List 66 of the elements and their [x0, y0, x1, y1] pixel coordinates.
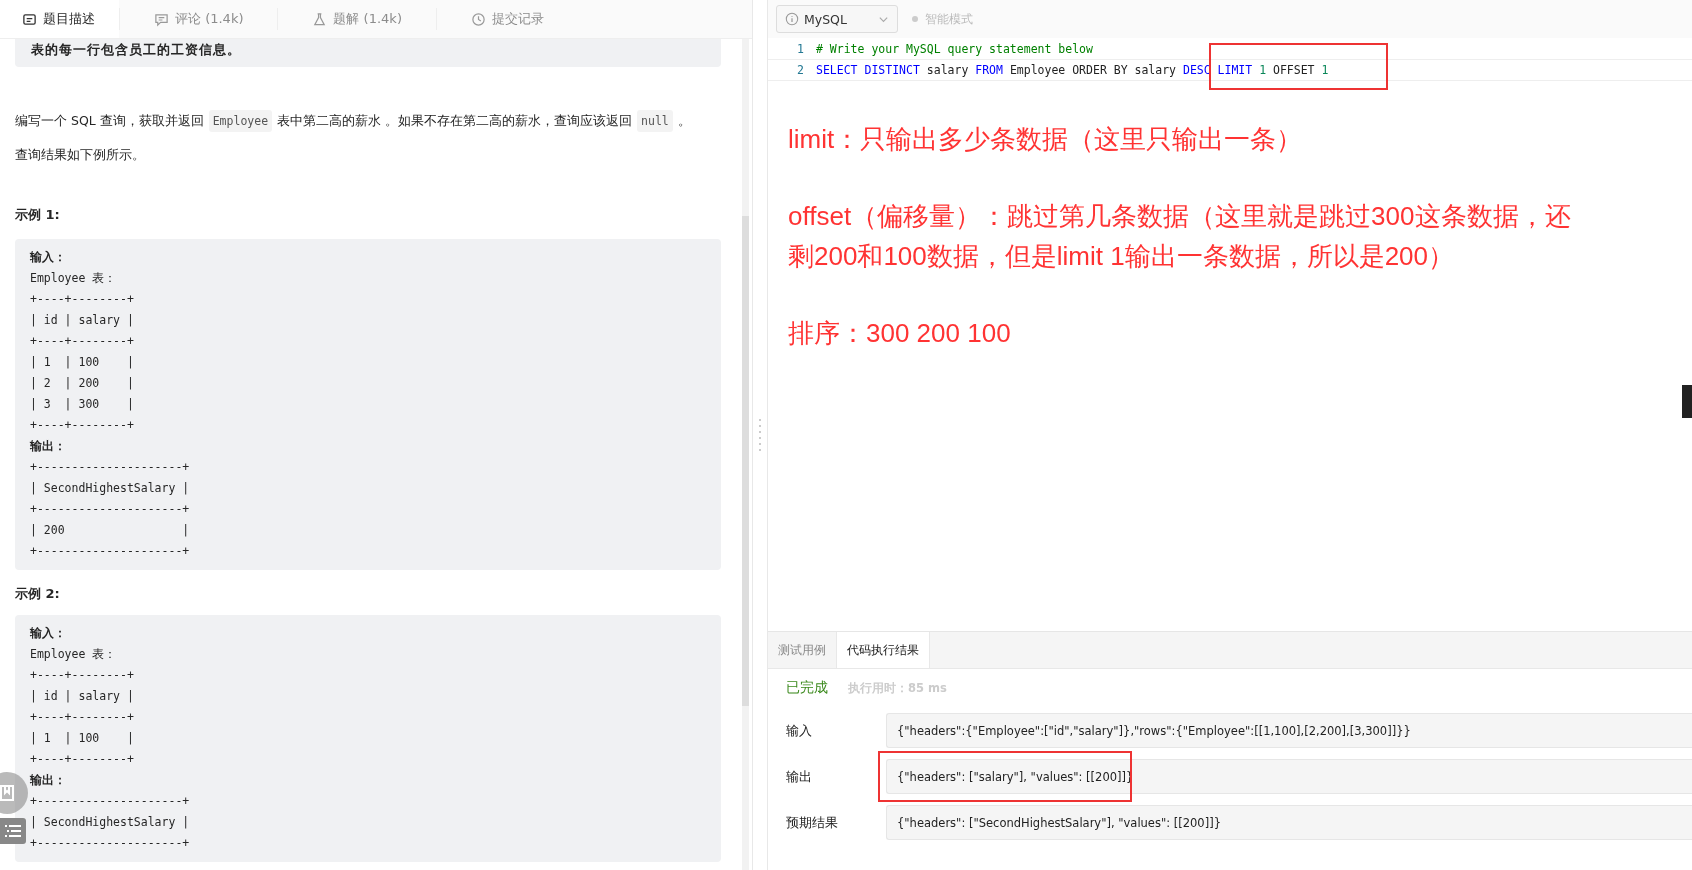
example-line: | SecondHighestSalary |: [30, 814, 191, 831]
example-line: +----+--------+: [30, 709, 135, 726]
example-label: 输入：: [30, 249, 67, 266]
example-label: 输出：: [30, 438, 67, 455]
smart-mode-toggle[interactable]: 智能模式: [912, 10, 973, 28]
example-line: | 1 | 100 |: [30, 354, 135, 371]
example-line: | 2 | 200 |: [30, 375, 135, 392]
example-line: +---------------------+: [30, 501, 191, 518]
side-handle[interactable]: [1682, 385, 1692, 418]
example-line: Employee 表：: [30, 270, 118, 287]
description-text: 编写一个 SQL 查询，获取并返回: [15, 112, 204, 130]
example-line: | 3 | 300 |: [30, 396, 135, 413]
scrollbar[interactable]: [742, 39, 749, 870]
language-dropdown[interactable]: MySQL: [776, 5, 898, 33]
example-line: +----+--------+: [30, 751, 135, 768]
result-field: {"headers": ["salary"], "values": [[200]]}: [886, 759, 1692, 794]
example-line: +---------------------+: [30, 835, 191, 852]
document-icon: [22, 11, 37, 27]
code-line: # Write your MySQL query statement below: [816, 42, 1093, 56]
annotation-text: limit：只输出多少条数据（这里只输出一条）: [788, 123, 1304, 156]
annotation-text: 排序：300 200 100: [788, 317, 1012, 350]
field-label: 输出: [786, 767, 813, 786]
bookmark-icon: [0, 783, 17, 803]
example-line: +----+--------+: [30, 417, 135, 434]
field-label: 预期结果: [786, 813, 839, 832]
example-line: +----+--------+: [30, 291, 135, 308]
example-line: | 1 | 100 |: [30, 730, 135, 747]
example-line: +---------------------+: [30, 793, 191, 810]
comment-icon: [154, 11, 169, 27]
tab[interactable]: 提交记录: [435, 8, 578, 30]
inline-code: Employee: [208, 110, 273, 132]
example-line: | id | salary |: [30, 688, 135, 705]
example-line: Employee 表：: [30, 646, 118, 663]
info-icon: [785, 12, 799, 26]
note-text: 查询结果如下例所示。: [15, 146, 146, 164]
clock-icon: [470, 11, 486, 27]
example-line: | id | salary |: [30, 312, 135, 329]
inline-code: null: [637, 110, 673, 132]
description-text: 表中第二高的薪水 。如果不存在第二高的薪水，查询应该返回: [277, 112, 633, 130]
example-line: +---------------------+: [30, 459, 191, 476]
tab[interactable]: 测试用例: [768, 632, 836, 668]
outline-button[interactable]: [0, 818, 26, 844]
line-number: 2: [796, 63, 805, 77]
code-line: SELECT DISTINCT salary FROM Employee ORDER BY salary DESC LIMIT 1 OFFSET 1: [816, 63, 1329, 77]
example-line: +---------------------+: [30, 543, 191, 560]
flask-icon: [312, 11, 328, 27]
example-line: +----+--------+: [30, 667, 135, 684]
description-text: 。: [677, 112, 691, 130]
field-label: 输入: [786, 721, 813, 740]
tab[interactable]: 题目描述: [0, 0, 119, 38]
example-line: | SecondHighestSalary |: [30, 480, 191, 497]
example-label: 输出：: [30, 772, 67, 789]
tab[interactable]: 题解 (1.4k): [277, 8, 436, 30]
result-field: {"headers":{"Employee":["id","salary"]},"rows":{"Employee":[[1,100],[2,200],[3,300]]}}: [886, 713, 1692, 748]
note-text: 表的每一行包含员工的工资信息。: [31, 41, 242, 59]
annotation-text: offset（偏移量）：跳过第几条数据（这里就是跳过300这条数据，还 剩200和100数据，但是limit 1输出一条数据，所以是200）: [788, 200, 1572, 273]
example-heading: 示例 2:: [15, 585, 61, 603]
example-line: | 200 |: [30, 522, 191, 539]
status-text: 已完成: [786, 679, 828, 697]
tab[interactable]: 评论 (1.4k): [119, 8, 278, 30]
example-heading: 示例 1:: [15, 206, 61, 224]
example-line: +----+--------+: [30, 333, 135, 350]
example-label: 输入：: [30, 625, 67, 642]
result-field: {"headers": ["SecondHighestSalary"], "values": [[200]]}: [886, 805, 1692, 840]
tab[interactable]: 代码执行结果: [836, 632, 930, 668]
line-number: 1: [796, 42, 805, 56]
